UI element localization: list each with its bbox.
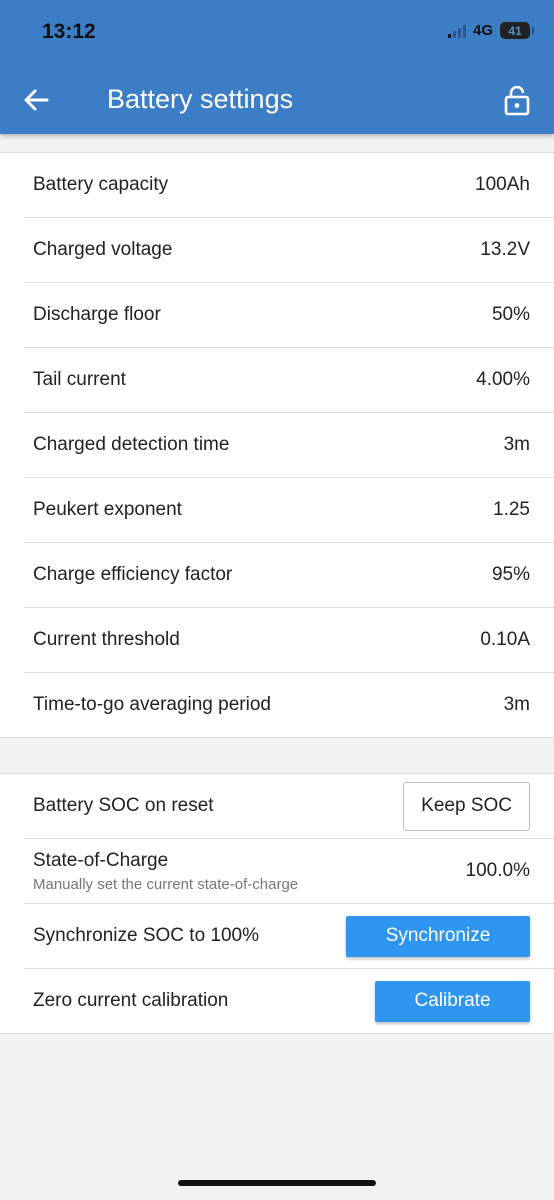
signal-icon	[447, 24, 466, 38]
setting-value: 3m	[503, 434, 530, 455]
setting-value: 1.25	[493, 499, 530, 520]
setting-label: Charge efficiency factor	[33, 564, 233, 585]
state-of-charge-labels: State-of-Charge Manually set the current…	[33, 850, 298, 893]
setting-value: 95%	[491, 564, 530, 585]
setting-label: Discharge floor	[33, 304, 161, 325]
zero-current-calibration-label: Zero current calibration	[33, 990, 229, 1011]
setting-value: 100Ah	[475, 174, 530, 195]
state-of-charge-label: State-of-Charge	[33, 849, 169, 871]
setting-value: 3m	[503, 694, 530, 715]
setting-label: Charged detection time	[33, 434, 230, 455]
lock-icon	[504, 85, 530, 116]
status-time: 13:12	[42, 20, 96, 43]
arrow-left-icon	[24, 89, 49, 111]
keep-soc-button[interactable]: Keep SOC	[403, 781, 530, 831]
setting-label: Peukert exponent	[33, 499, 182, 520]
setting-row-peukert-exponent[interactable]: Peukert exponent 1.25	[24, 478, 554, 543]
battery-level: 41	[508, 23, 522, 38]
soc-reset-row: Battery SOC on reset Keep SOC	[24, 774, 554, 839]
setting-row-tail-current[interactable]: Tail current 4.00%	[24, 348, 554, 413]
app-bar: 13:12 4G 41 Battery settings	[0, 0, 554, 134]
lock-button[interactable]	[500, 81, 534, 119]
back-button[interactable]	[18, 82, 54, 118]
calibrate-button[interactable]: Calibrate	[375, 980, 530, 1022]
setting-row-current-threshold[interactable]: Current threshold 0.10A	[24, 608, 554, 673]
setting-row-time-to-go-averaging-period[interactable]: Time-to-go averaging period 3m	[24, 673, 554, 737]
network-type: 4G	[472, 22, 493, 39]
synchronize-soc-label: Synchronize SOC to 100%	[33, 925, 260, 946]
setting-label: Battery capacity	[33, 174, 169, 195]
zero-current-calibration-row: Zero current calibration Calibrate	[24, 969, 554, 1033]
soc-settings-list: Battery SOC on reset Keep SOC State-of-C…	[0, 773, 554, 1034]
battery-icon: 41	[500, 22, 534, 39]
state-of-charge-sublabel: Manually set the current state-of-charge	[33, 875, 299, 893]
setting-row-charge-efficiency-factor[interactable]: Charge efficiency factor 95%	[24, 543, 554, 608]
page-title: Battery settings	[107, 84, 294, 114]
state-of-charge-row[interactable]: State-of-Charge Manually set the current…	[24, 839, 554, 904]
setting-row-charged-detection-time[interactable]: Charged detection time 3m	[24, 413, 554, 478]
setting-value: 4.00%	[476, 369, 530, 390]
home-indicator[interactable]	[178, 1180, 376, 1186]
battery-settings-list: Battery capacity 100Ah Charged voltage 1…	[0, 152, 554, 738]
setting-row-battery-capacity[interactable]: Battery capacity 100Ah	[24, 153, 554, 218]
setting-label: Charged voltage	[33, 239, 173, 260]
setting-value: 0.10A	[480, 629, 530, 650]
setting-row-discharge-floor[interactable]: Discharge floor 50%	[24, 283, 554, 348]
setting-label: Current threshold	[33, 629, 180, 650]
setting-label: Tail current	[33, 369, 126, 390]
setting-value: 13.2V	[480, 239, 530, 260]
setting-row-charged-voltage[interactable]: Charged voltage 13.2V	[24, 218, 554, 283]
setting-value: 50%	[491, 304, 530, 325]
status-icons: 4G 41	[447, 22, 534, 39]
soc-reset-label: Battery SOC on reset	[33, 795, 214, 816]
synchronize-button[interactable]: Synchronize	[346, 915, 530, 957]
state-of-charge-value: 100.0%	[465, 860, 530, 881]
synchronize-soc-row: Synchronize SOC to 100% Synchronize	[24, 904, 554, 969]
setting-label: Time-to-go averaging period	[33, 694, 271, 715]
